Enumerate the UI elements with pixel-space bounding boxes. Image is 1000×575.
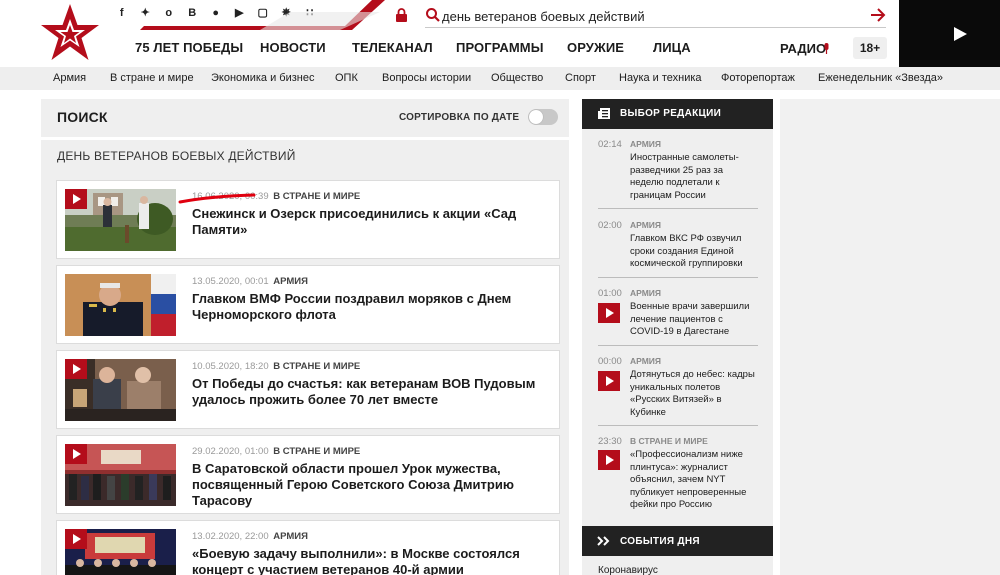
subnav-item-history[interactable]: Вопросы истории xyxy=(382,72,471,84)
result-headline[interactable]: Главком ВМФ России поздравил моряков с Д… xyxy=(192,291,557,323)
editors-item-time: 01:00 xyxy=(598,288,622,299)
nav-item-news[interactable]: НОВОСТИ xyxy=(260,40,326,55)
result-card[interactable]: 13.02.2020, 22:00 АРМИЯ «Боевую задачу в… xyxy=(56,520,560,575)
result-thumbnail[interactable] xyxy=(65,274,176,336)
subnav-item-science[interactable]: Наука и техника xyxy=(619,72,702,84)
play-icon[interactable] xyxy=(954,27,967,41)
subnav-item-society[interactable]: Общество xyxy=(491,72,543,84)
microphone-icon xyxy=(824,43,829,54)
result-card[interactable]: 10.05.2020, 18:20 В СТРАНЕ И МИРЕ От Поб… xyxy=(56,350,560,429)
sort-by-date-label: СОРТИРОВКА ПО ДАТЕ xyxy=(399,112,520,123)
toggle-knob xyxy=(529,110,543,124)
result-headline[interactable]: Снежинск и Озерск присоединились к акции… xyxy=(192,206,557,238)
result-headline[interactable]: От Победы до счастья: как ветеранам ВОВ … xyxy=(192,376,557,408)
header-red-stripe xyxy=(140,0,385,30)
subnav-item-country-world[interactable]: В стране и мире xyxy=(110,72,194,84)
result-date: 29.02.2020, 01:00 xyxy=(192,446,269,457)
video-play-icon[interactable] xyxy=(65,529,87,549)
newspaper-icon xyxy=(598,108,610,119)
subnav-item-weekly[interactable]: Еженедельник «Звезда» xyxy=(818,72,943,84)
video-play-icon[interactable] xyxy=(65,189,87,209)
nav-item-weapons[interactable]: ОРУЖИЕ xyxy=(567,40,624,55)
result-headline[interactable]: В Саратовской области прошел Урок мужест… xyxy=(192,461,557,509)
editors-item-text[interactable]: Иностранные самолеты-разведчики 25 раз з… xyxy=(630,152,756,202)
events-of-day-title: СОБЫТИЯ ДНЯ xyxy=(620,536,700,547)
editors-item[interactable]: 00:00 АРМИЯ Дотянуться до небес: кадры у… xyxy=(598,356,758,426)
result-date: 13.02.2020, 22:00 xyxy=(192,531,269,542)
age-rating-badge: 18+ xyxy=(853,37,887,59)
nav-item-people[interactable]: ЛИЦА xyxy=(653,40,691,55)
video-play-icon[interactable] xyxy=(65,359,87,379)
editors-item[interactable]: 02:00 АРМИЯ Главком ВКС РФ озвучил сроки… xyxy=(598,220,758,278)
events-item[interactable]: Коронавирус xyxy=(598,565,658,575)
right-sidebar xyxy=(780,99,1000,575)
result-date: 10.05.2020, 18:20 xyxy=(192,361,269,372)
result-meta: 29.02.2020, 01:00 В СТРАНЕ И МИРЕ xyxy=(192,446,360,457)
result-card[interactable]: 16.06.2020, 00:39 В СТРАНЕ И МИРЕ Снежин… xyxy=(56,180,560,259)
result-meta: 10.05.2020, 18:20 В СТРАНЕ И МИРЕ xyxy=(192,361,360,372)
editors-item-category[interactable]: АРМИЯ xyxy=(630,220,661,230)
search-bar xyxy=(425,4,886,28)
editors-item-text[interactable]: Дотянуться до небес: кадры уникальных по… xyxy=(630,369,756,419)
divider xyxy=(41,137,569,140)
video-play-icon[interactable] xyxy=(598,303,620,323)
result-meta: 13.02.2020, 22:00 АРМИЯ xyxy=(192,531,308,542)
result-category[interactable]: АРМИЯ xyxy=(273,531,308,542)
editors-choice-header: ВЫБОР РЕДАКЦИИ xyxy=(582,99,773,129)
search-icon xyxy=(426,8,440,22)
editors-item-text[interactable]: Военные врачи завершили лечение пациенто… xyxy=(630,301,756,339)
result-card[interactable]: 13.05.2020, 00:01 АРМИЯ Главком ВМФ Росс… xyxy=(56,265,560,344)
editors-choice-title: ВЫБОР РЕДАКЦИИ xyxy=(620,108,722,119)
site-header: f ✦ o B ● ▶ ▢ ✵ ∷ 75 ЛЕТ ПОБЕДЫ НОВОСТИ … xyxy=(0,0,1000,67)
video-play-icon[interactable] xyxy=(65,444,87,464)
editors-item-time: 00:00 xyxy=(598,356,622,367)
video-play-icon[interactable] xyxy=(598,450,620,470)
result-category[interactable]: АРМИЯ xyxy=(273,276,308,287)
lock-icon[interactable] xyxy=(395,8,408,22)
editors-item[interactable]: 23:30 В СТРАНЕ И МИРЕ «Профессионализм н… xyxy=(598,436,758,516)
editors-item-text[interactable]: «Профессионализм ниже плинтуса»: журнали… xyxy=(630,449,756,512)
result-category[interactable]: В СТРАНЕ И МИРЕ xyxy=(273,361,360,372)
editors-item-category[interactable]: АРМИЯ xyxy=(630,139,661,149)
editors-item-time: 02:00 xyxy=(598,220,622,231)
nav-item-programs[interactable]: ПРОГРАММЫ xyxy=(456,40,544,55)
editors-item-text[interactable]: Главком ВКС РФ озвучил сроки создания Ед… xyxy=(630,233,756,271)
result-category[interactable]: В СТРАНЕ И МИРЕ xyxy=(273,446,360,457)
arrow-right-icon[interactable] xyxy=(870,7,886,23)
editors-item[interactable]: 02:14 АРМИЯ Иностранные самолеты-разведч… xyxy=(598,139,758,209)
result-category[interactable]: В СТРАНЕ И МИРЕ xyxy=(273,191,360,202)
nav-item-victory[interactable]: 75 ЛЕТ ПОБЕДЫ xyxy=(135,40,243,55)
editors-item-time: 23:30 xyxy=(598,436,622,447)
subnav-item-economy[interactable]: Экономика и бизнес xyxy=(211,72,314,84)
page-title: ПОИСК xyxy=(57,109,108,125)
red-underline-annotation xyxy=(178,193,256,204)
result-headline[interactable]: «Боевую задачу выполнили»: в Москве сост… xyxy=(192,546,557,575)
result-meta: 13.05.2020, 00:01 АРМИЯ xyxy=(192,276,308,287)
result-date: 13.05.2020, 00:01 xyxy=(192,276,269,287)
editors-choice-panel: ВЫБОР РЕДАКЦИИ 02:14 АРМИЯ Иностранные с… xyxy=(582,99,773,575)
double-chevron-icon xyxy=(597,536,610,546)
facebook-icon[interactable]: f xyxy=(110,5,134,21)
sort-by-date-toggle[interactable] xyxy=(528,109,558,125)
radio-link[interactable]: РАДИО xyxy=(780,41,826,56)
editors-item-category[interactable]: АРМИЯ xyxy=(630,356,661,366)
zvezda-logo[interactable] xyxy=(40,3,100,61)
editors-item-category[interactable]: АРМИЯ xyxy=(630,288,661,298)
subnav-item-opk[interactable]: ОПК xyxy=(335,72,358,84)
subnav-item-photo[interactable]: Фоторепортаж xyxy=(721,72,795,84)
events-of-day-header[interactable]: СОБЫТИЯ ДНЯ xyxy=(582,526,773,556)
subnav-item-sport[interactable]: Спорт xyxy=(565,72,596,84)
search-results-panel: ПОИСК СОРТИРОВКА ПО ДАТЕ ДЕНЬ ВЕТЕРАНОВ … xyxy=(41,99,569,575)
editors-item-time: 02:14 xyxy=(598,139,622,150)
live-video-player[interactable] xyxy=(899,0,1000,67)
subnav-item-army[interactable]: Армия xyxy=(53,72,86,84)
result-card[interactable]: 29.02.2020, 01:00 В СТРАНЕ И МИРЕ В Сара… xyxy=(56,435,560,514)
video-play-icon[interactable] xyxy=(598,371,620,391)
search-query-title: ДЕНЬ ВЕТЕРАНОВ БОЕВЫХ ДЕЙСТВИЙ xyxy=(57,149,296,163)
nav-item-tv[interactable]: ТЕЛЕКАНАЛ xyxy=(352,40,433,55)
editors-item[interactable]: 01:00 АРМИЯ Военные врачи завершили лече… xyxy=(598,288,758,346)
editors-item-category[interactable]: В СТРАНЕ И МИРЕ xyxy=(630,436,708,446)
search-input[interactable] xyxy=(442,6,852,26)
category-nav: Армия В стране и мире Экономика и бизнес… xyxy=(0,67,1000,90)
